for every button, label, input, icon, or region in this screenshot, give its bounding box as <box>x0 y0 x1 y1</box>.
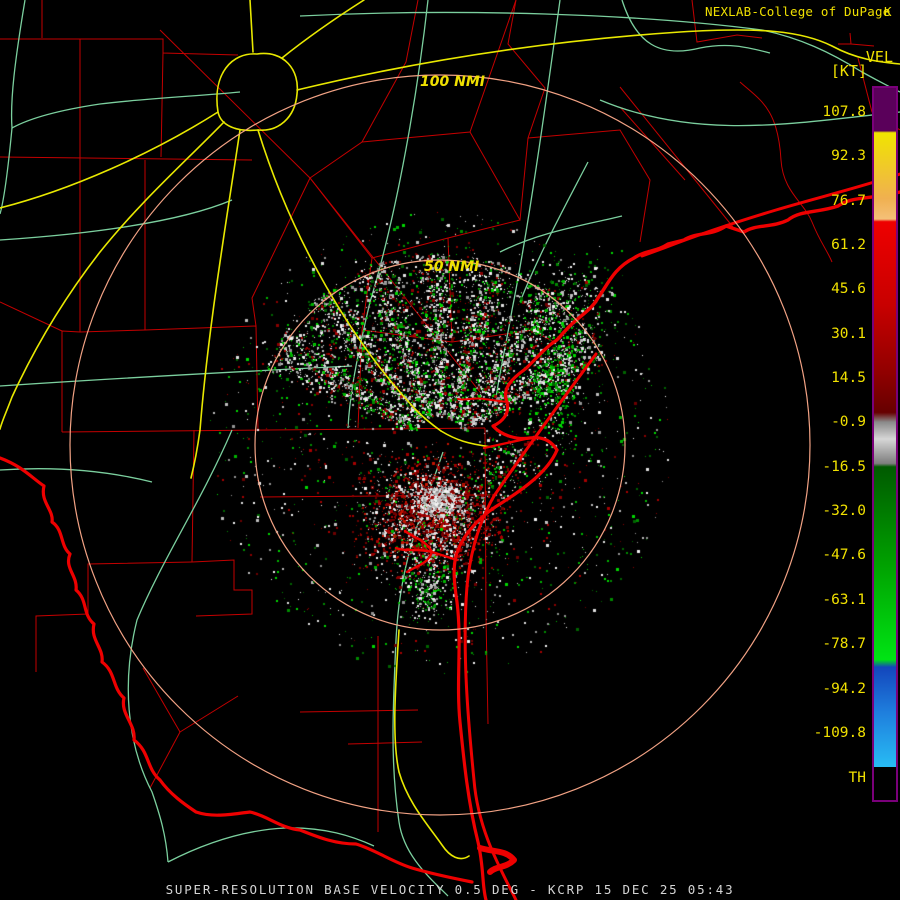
ring-label-50nmi: 50 NMI <box>424 259 479 275</box>
legend-tick: 45.6 <box>831 281 866 297</box>
legend-unit-sub: [KT] <box>830 62 867 80</box>
radar-viewer: 100 NMI 50 NMI NEXLAB-College of DuPage … <box>0 0 900 900</box>
title-overflow-glyph: K <box>884 4 892 19</box>
legend-tick: -0.9 <box>831 414 866 430</box>
legend-tick: -47.6 <box>822 547 866 563</box>
legend-unit-label: VEL <box>865 48 893 66</box>
rio-grande-river <box>0 456 474 884</box>
product-caption: SUPER-RESOLUTION BASE VELOCITY 0.5 DEG -… <box>165 882 735 897</box>
coastline <box>394 172 900 900</box>
legend-tick: 92.3 <box>831 148 866 164</box>
legend-tick: -109.8 <box>813 725 866 741</box>
legend-tick: -94.2 <box>822 681 866 697</box>
legend-tick: -32.0 <box>822 503 866 519</box>
legend-tick: 14.5 <box>831 370 866 386</box>
legend-tick: -63.1 <box>822 592 866 608</box>
basemap-over-layer: 100 NMI 50 NMI <box>0 0 900 900</box>
ring-label-100nmi: 100 NMI <box>420 74 485 90</box>
roads-major <box>0 0 900 860</box>
velocity-colorbar <box>872 86 898 802</box>
legend-tick: -16.5 <box>822 459 866 475</box>
range-rings <box>69 74 811 816</box>
legend-tick: 107.8 <box>822 104 866 120</box>
legend-tick: -78.7 <box>822 636 866 652</box>
site-title: NEXLAB-College of DuPage <box>705 4 891 19</box>
legend-tick: 76.7 <box>831 193 866 209</box>
legend-tick: 61.2 <box>831 237 866 253</box>
legend-tick: 30.1 <box>831 326 866 342</box>
legend-tick: TH <box>848 770 866 786</box>
velocity-colorbar-gradient <box>874 88 896 767</box>
